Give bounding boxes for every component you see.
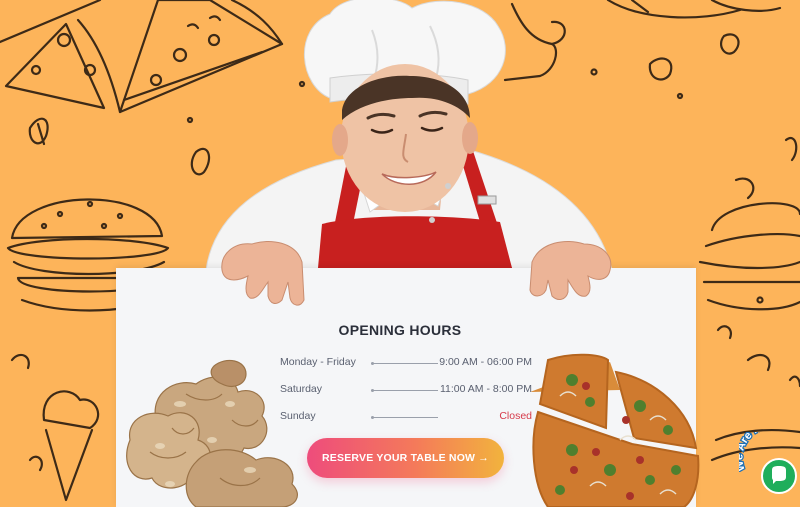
hours-day: Sunday xyxy=(280,410,316,422)
hours-day: Monday - Friday xyxy=(280,356,356,368)
hours-divider-line xyxy=(371,389,438,392)
opening-hours-title: OPENING HOURS xyxy=(338,322,462,338)
chat-widget[interactable]: We Are Here! xyxy=(739,432,800,507)
opening-hours-section: OPENING HOURS Monday - Friday 9:00 AM - … xyxy=(0,0,800,507)
chat-open-button[interactable] xyxy=(761,458,797,494)
pizza-image xyxy=(530,353,700,507)
reserve-table-button[interactable]: RESERVE YOUR TABLE NOW → xyxy=(307,438,504,478)
hours-time-closed: Closed xyxy=(499,410,532,422)
hours-time: 11:00 AM - 8:00 PM xyxy=(439,383,532,395)
hours-row-saturday: Saturday 11:00 AM - 8:00 PM xyxy=(280,383,532,399)
hours-time: 9:00 AM - 06:00 PM xyxy=(439,356,532,368)
reserve-table-label: RESERVE YOUR TABLE NOW → xyxy=(322,452,489,464)
hours-row-weekdays: Monday - Friday 9:00 AM - 06:00 PM xyxy=(280,356,532,372)
hours-divider-line xyxy=(371,362,438,365)
hours-day: Saturday xyxy=(280,383,323,395)
hours-divider-line xyxy=(371,416,438,419)
hours-row-sunday: Sunday Closed xyxy=(280,410,532,426)
chat-bubble-icon xyxy=(772,466,786,484)
